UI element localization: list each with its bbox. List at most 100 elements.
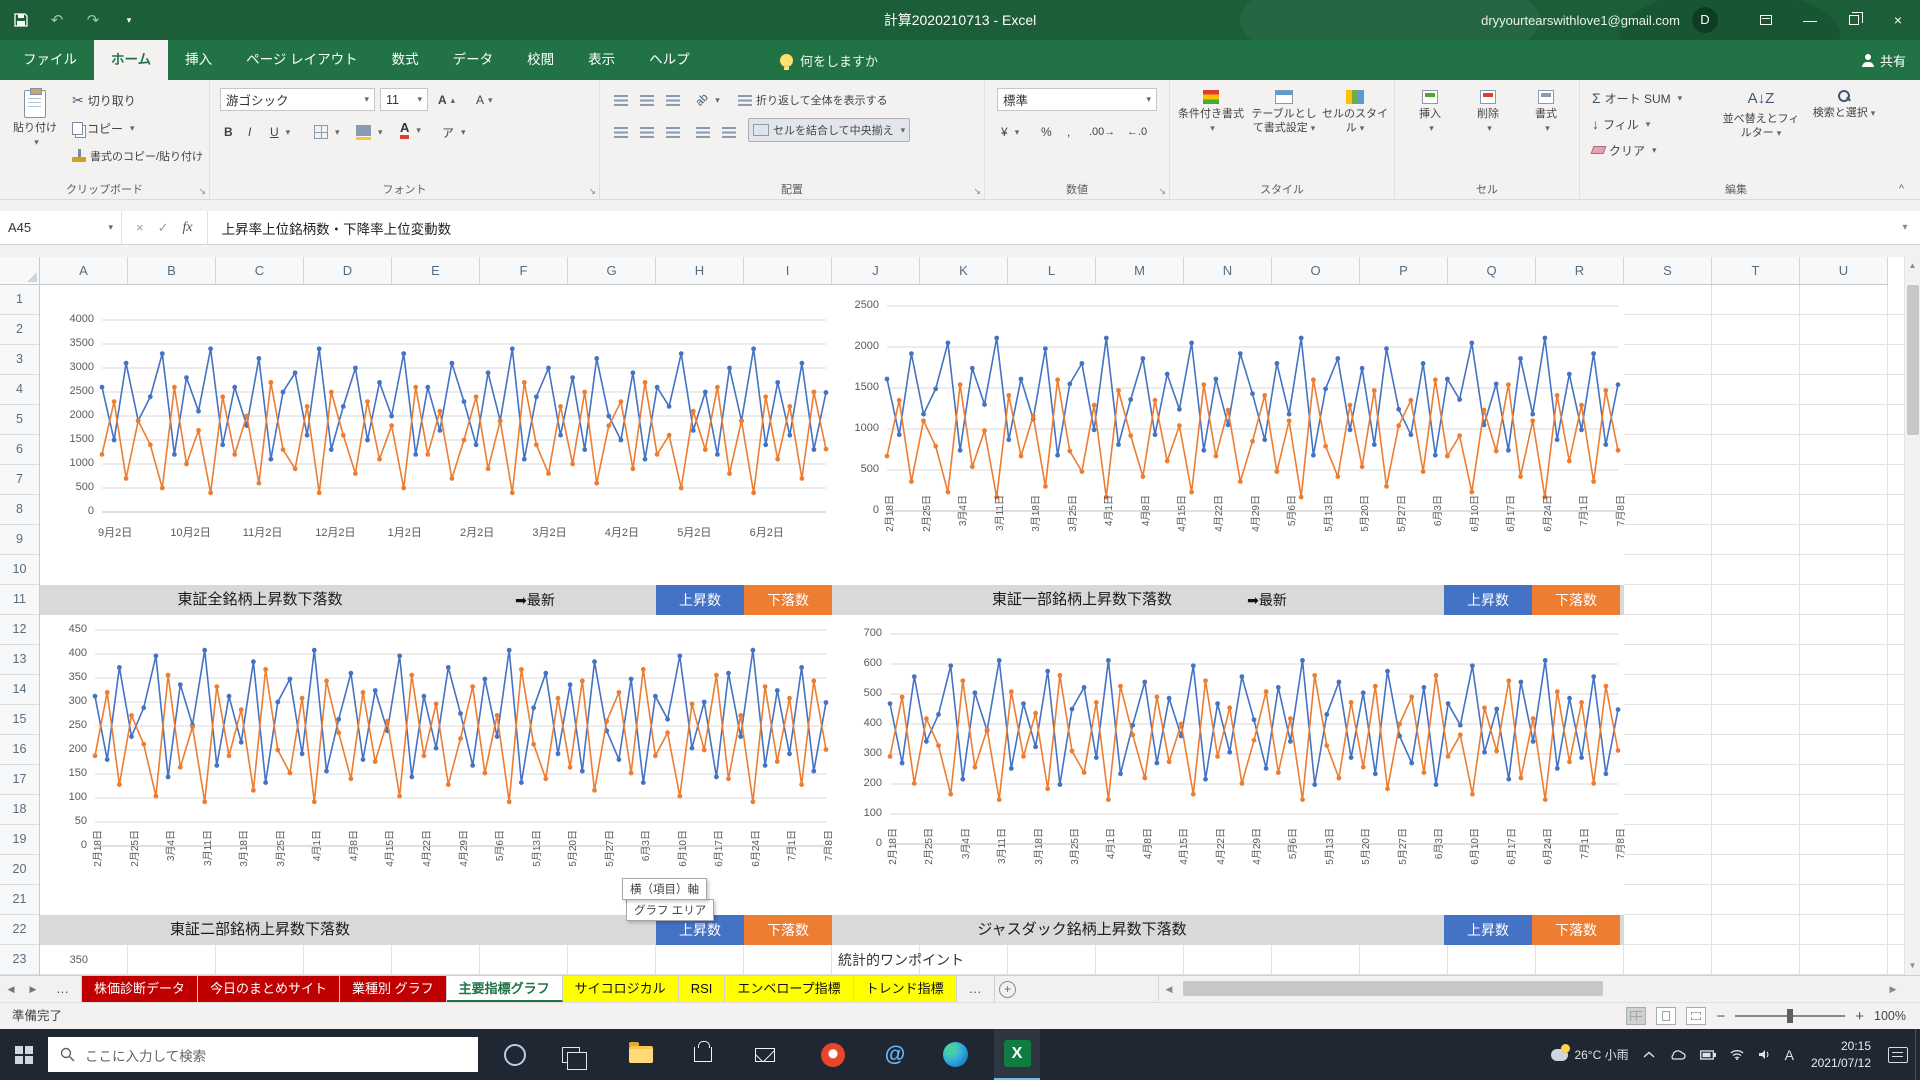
- column-header-Q[interactable]: Q: [1448, 257, 1536, 284]
- align-right-button[interactable]: [662, 120, 684, 144]
- ime-indicator[interactable]: A: [1778, 1029, 1801, 1080]
- scroll-down-icon[interactable]: ▼: [1905, 957, 1920, 975]
- align-dialog-launcher[interactable]: ↘: [973, 186, 981, 197]
- legend-down-cell[interactable]: 下落数: [1532, 585, 1620, 615]
- clipboard-dialog-launcher[interactable]: ↘: [198, 186, 206, 197]
- share-button[interactable]: 共有: [1862, 40, 1906, 80]
- number-format-combo[interactable]: 標準▾: [997, 88, 1157, 111]
- font-dialog-launcher[interactable]: ↘: [588, 186, 596, 197]
- ribbon-tab-8[interactable]: ヘルプ: [632, 40, 707, 80]
- ribbon-tab-6[interactable]: 校閲: [510, 40, 571, 80]
- column-header-G[interactable]: G: [568, 257, 656, 284]
- stat-note-cell[interactable]: 統計的ワンポイント: [838, 945, 964, 975]
- chart-title-tse-all[interactable]: 東証全銘柄上昇数下落数: [40, 585, 480, 615]
- cell-styles-button[interactable]: セルのスタイル▾: [1322, 86, 1388, 136]
- sheet-tab-6[interactable]: エンベロープ指標: [725, 976, 853, 1002]
- legend-down-cell[interactable]: 下落数: [1532, 915, 1620, 945]
- align-left-button[interactable]: [610, 120, 632, 144]
- zoom-level[interactable]: 100%: [1874, 1009, 1906, 1023]
- row-header-6[interactable]: 6: [0, 435, 39, 465]
- align-center-button[interactable]: [636, 120, 658, 144]
- row-header-23[interactable]: 23: [0, 945, 39, 975]
- close-button[interactable]: ×: [1876, 0, 1920, 40]
- chart-title-jasdaq[interactable]: ジャスダック銘柄上昇数下落数: [832, 915, 1332, 945]
- hidden-icons-chevron[interactable]: [1636, 1029, 1662, 1080]
- account-email[interactable]: dryyourtearswithlove1@gmail.com: [1481, 13, 1680, 28]
- start-button[interactable]: [0, 1029, 48, 1080]
- column-header-C[interactable]: C: [216, 257, 304, 284]
- row-header-13[interactable]: 13: [0, 645, 39, 675]
- sheet-tab-7[interactable]: トレンド指標: [854, 976, 957, 1002]
- row-header-9[interactable]: 9: [0, 525, 39, 555]
- horizontal-scrollbar[interactable]: ◀ ▶: [1158, 975, 1903, 1001]
- row-header-15[interactable]: 15: [0, 705, 39, 735]
- conditional-formatting-button[interactable]: 条件付き書式▾: [1176, 86, 1246, 136]
- action-center-button[interactable]: [1881, 1029, 1915, 1080]
- chart-tse-second[interactable]: 4504003503002502001501005002月18日2月25日3月4…: [40, 615, 832, 915]
- column-header-A[interactable]: A: [40, 257, 128, 284]
- ribbon-display-options-icon[interactable]: [1744, 0, 1788, 40]
- show-desktop-button[interactable]: [1915, 1029, 1920, 1080]
- format-cells-button[interactable]: 書式▾: [1519, 86, 1573, 136]
- row-header-2[interactable]: 2: [0, 315, 39, 345]
- format-painter-button[interactable]: 書式のコピー/貼り付け: [68, 144, 207, 168]
- network-tray-icon[interactable]: [1723, 1029, 1751, 1080]
- vertical-scrollbar[interactable]: ▲ ▼: [1904, 257, 1920, 975]
- edge-button[interactable]: [932, 1029, 978, 1080]
- legend-down-cell[interactable]: 下落数: [744, 585, 832, 615]
- column-header-S[interactable]: S: [1624, 257, 1712, 284]
- avatar[interactable]: D: [1692, 7, 1718, 33]
- enter-check-icon[interactable]: ✓: [158, 220, 169, 236]
- chart-tse-all[interactable]: 400035003000250020001500100050009月2日10月2…: [40, 285, 832, 585]
- restore-button[interactable]: [1832, 0, 1876, 40]
- column-header-F[interactable]: F: [480, 257, 568, 284]
- column-header-O[interactable]: O: [1272, 257, 1360, 284]
- taskbar-search-box[interactable]: ここに入力して検索: [48, 1037, 478, 1072]
- font-name-combo[interactable]: 游ゴシック▾: [220, 88, 375, 111]
- cortana-button[interactable]: [492, 1029, 538, 1080]
- borders-button[interactable]: ▾: [310, 120, 344, 144]
- ribbon-tab-5[interactable]: データ: [436, 40, 511, 80]
- row-header-17[interactable]: 17: [0, 765, 39, 795]
- fill-button[interactable]: ↓フィル▾: [1588, 112, 1654, 136]
- store-button[interactable]: [680, 1029, 726, 1080]
- sheet-tab-3[interactable]: 主要指標グラフ: [447, 976, 563, 1002]
- page-break-view-button[interactable]: [1686, 1007, 1706, 1025]
- column-header-J[interactable]: J: [832, 257, 920, 284]
- align-bottom-button[interactable]: [662, 88, 684, 112]
- zoom-slider-thumb[interactable]: [1787, 1009, 1793, 1023]
- column-header-D[interactable]: D: [304, 257, 392, 284]
- legend-down-cell[interactable]: 下落数: [744, 915, 832, 945]
- currency-button[interactable]: ¥▾: [997, 120, 1023, 144]
- column-header-K[interactable]: K: [920, 257, 1008, 284]
- column-header-L[interactable]: L: [1008, 257, 1096, 284]
- ribbon-tab-2[interactable]: 挿入: [168, 40, 229, 80]
- weather-widget[interactable]: 26°C 小雨: [1544, 1029, 1635, 1080]
- column-header-H[interactable]: H: [656, 257, 744, 284]
- normal-view-button[interactable]: [1626, 1007, 1646, 1025]
- chart-tse-first[interactable]: 250020001500100050002月18日2月25日3月4日3月11日3…: [832, 285, 1624, 585]
- row-header-16[interactable]: 16: [0, 735, 39, 765]
- row-header-18[interactable]: 18: [0, 795, 39, 825]
- sheet-overflow-left[interactable]: …: [44, 976, 82, 1002]
- insert-cells-button[interactable]: 挿入▾: [1403, 86, 1457, 136]
- ribbon-tab-1[interactable]: ホーム: [94, 40, 168, 80]
- battery-tray-icon[interactable]: [1693, 1029, 1723, 1080]
- row-header-19[interactable]: 19: [0, 825, 39, 855]
- sheet-tab-0[interactable]: 株価診断データ: [82, 976, 198, 1002]
- row-header-21[interactable]: 21: [0, 885, 39, 915]
- collapse-ribbon-icon[interactable]: ^: [1899, 183, 1904, 195]
- decrease-font-button[interactable]: A▾: [472, 88, 497, 112]
- font-color-button[interactable]: A▾: [396, 118, 425, 142]
- align-top-button[interactable]: [610, 88, 632, 112]
- scroll-right-icon[interactable]: ▶: [1883, 976, 1903, 1002]
- row-header-1[interactable]: 1: [0, 285, 39, 315]
- volume-tray-icon[interactable]: [1751, 1029, 1778, 1080]
- chart-title-tse-second[interactable]: 東証二部銘柄上昇数下落数: [40, 915, 480, 945]
- italic-button[interactable]: I: [244, 120, 264, 144]
- column-header-B[interactable]: B: [128, 257, 216, 284]
- ribbon-tab-4[interactable]: 数式: [375, 40, 436, 80]
- name-box[interactable]: A45▾: [0, 211, 122, 245]
- row-header-8[interactable]: 8: [0, 495, 39, 525]
- column-header-M[interactable]: M: [1096, 257, 1184, 284]
